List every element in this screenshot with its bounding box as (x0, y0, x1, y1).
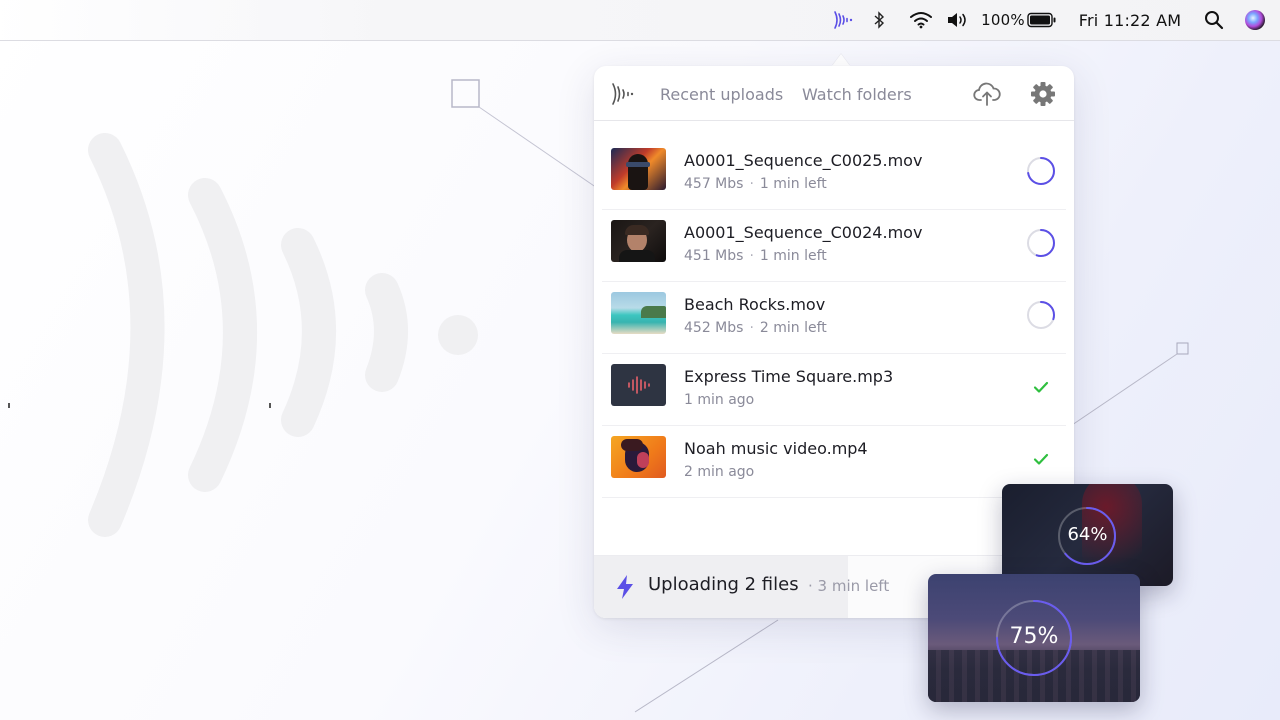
upload-progress-ring (1027, 157, 1055, 185)
battery-icon[interactable] (1026, 0, 1058, 40)
file-name: Beach Rocks.mov (684, 295, 826, 314)
upload-cloud-icon[interactable] (972, 79, 1002, 109)
audio-thumbnail (611, 364, 666, 406)
file-time: 2 min ago (684, 464, 755, 480)
file-name: Express Time Square.mp3 (684, 367, 894, 386)
battery-percent: 100% (981, 11, 1025, 29)
upload-row[interactable]: A0001_Sequence_C0025.mov 457 Mbs · 1 min l… (602, 138, 1066, 210)
upload-progress-ring (1027, 301, 1055, 329)
siri-icon[interactable] (1243, 0, 1267, 40)
gear-icon[interactable] (1028, 79, 1058, 109)
file-name: Noah music video.mp4 (684, 439, 868, 458)
audio-waveform-icon (627, 376, 650, 394)
app-logo-icon[interactable] (830, 0, 856, 40)
tab-watch-folders[interactable]: Watch folders (802, 66, 912, 120)
app-logo-icon (610, 82, 636, 110)
file-name: A0001_Sequence_C0024.mov (684, 223, 923, 242)
file-time: 1 min left (759, 248, 827, 264)
search-icon[interactable] (1202, 0, 1226, 40)
volume-icon[interactable] (944, 0, 970, 40)
bluetooth-icon[interactable] (870, 0, 888, 40)
file-size: 452 Mbs (684, 320, 744, 336)
file-meta: 451 Mbs · 1 min left (684, 248, 827, 264)
check-icon (1033, 381, 1049, 393)
video-thumbnail (611, 148, 666, 190)
tab-recent-uploads[interactable]: Recent uploads (660, 66, 783, 120)
file-time: 1 min left (759, 176, 827, 192)
video-thumbnail (611, 436, 666, 478)
upload-row[interactable]: Noah music video.mp4 2 min ago (602, 426, 1066, 498)
file-time: 1 min ago (684, 392, 755, 408)
file-time: 2 min left (759, 320, 827, 336)
card-progress-label: 75% (1009, 624, 1059, 649)
video-thumbnail (611, 292, 666, 334)
popup-caret (832, 54, 850, 66)
file-size: 457 Mbs (684, 176, 744, 192)
uploads-list: A0001_Sequence_C0025.mov 457 Mbs · 1 min l… (602, 138, 1066, 498)
card-progress-label: 64% (1067, 524, 1108, 545)
upload-preview-card[interactable]: 64% (1002, 484, 1173, 586)
file-size: 451 Mbs (684, 248, 744, 264)
upload-status-title: Uploading 2 files (648, 574, 799, 595)
popup-header: Recent uploads Watch folders (594, 66, 1074, 121)
menu-clock[interactable]: Fri 11:22 AM (1076, 0, 1184, 40)
file-meta: 457 Mbs · 1 min left (684, 176, 827, 192)
upload-row[interactable]: A0001_Sequence_C0024.mov 451 Mbs · 1 min l… (602, 210, 1066, 282)
menu-bar: 100% Fri 11:22 AM (0, 0, 1280, 41)
file-name: A0001_Sequence_C0025.mov (684, 151, 923, 170)
upload-status-time: · 3 min left (808, 577, 890, 595)
wifi-icon[interactable] (907, 0, 935, 40)
video-thumbnail (611, 220, 666, 262)
check-icon (1033, 453, 1049, 465)
upload-preview-card[interactable]: 75% (928, 574, 1140, 702)
file-meta: 452 Mbs · 2 min left (684, 320, 827, 336)
upload-progress-ring (1027, 229, 1055, 257)
lightning-icon (617, 575, 633, 599)
upload-row[interactable]: Express Time Square.mp3 1 min ago (602, 354, 1066, 426)
upload-row[interactable]: Beach Rocks.mov 452 Mbs · 2 min left (602, 282, 1066, 354)
